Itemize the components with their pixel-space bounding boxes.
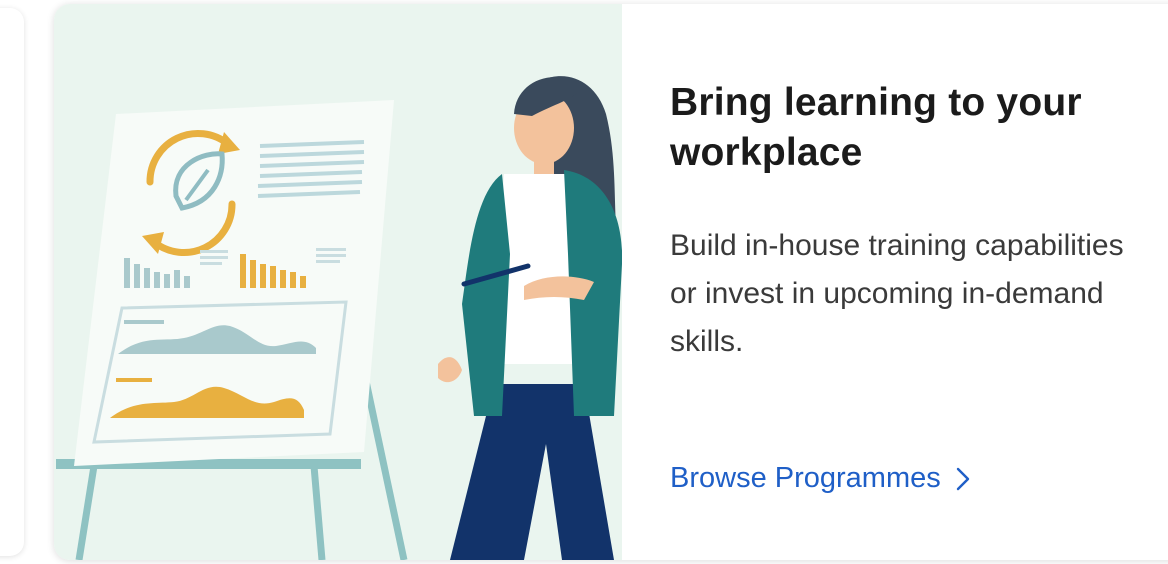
page: Bring learning to your workplace Build i… — [0, 0, 1168, 564]
presentation-illustration — [54, 4, 622, 560]
chevron-right-icon — [953, 465, 973, 493]
presenter-woman — [438, 76, 622, 560]
browse-programmes-label: Browse Programmes — [670, 462, 941, 494]
browse-programmes-link[interactable]: Browse Programmes — [670, 462, 973, 495]
card-content: Bring learning to your workplace Build i… — [670, 4, 1168, 560]
card-title: Bring learning to your workplace — [670, 81, 1082, 174]
promo-card: Bring learning to your workplace Build i… — [54, 4, 1168, 560]
card-description: Build in-house training capabilities or … — [670, 229, 1124, 358]
whiteboard — [74, 100, 394, 466]
previous-card-edge[interactable] — [0, 8, 24, 556]
